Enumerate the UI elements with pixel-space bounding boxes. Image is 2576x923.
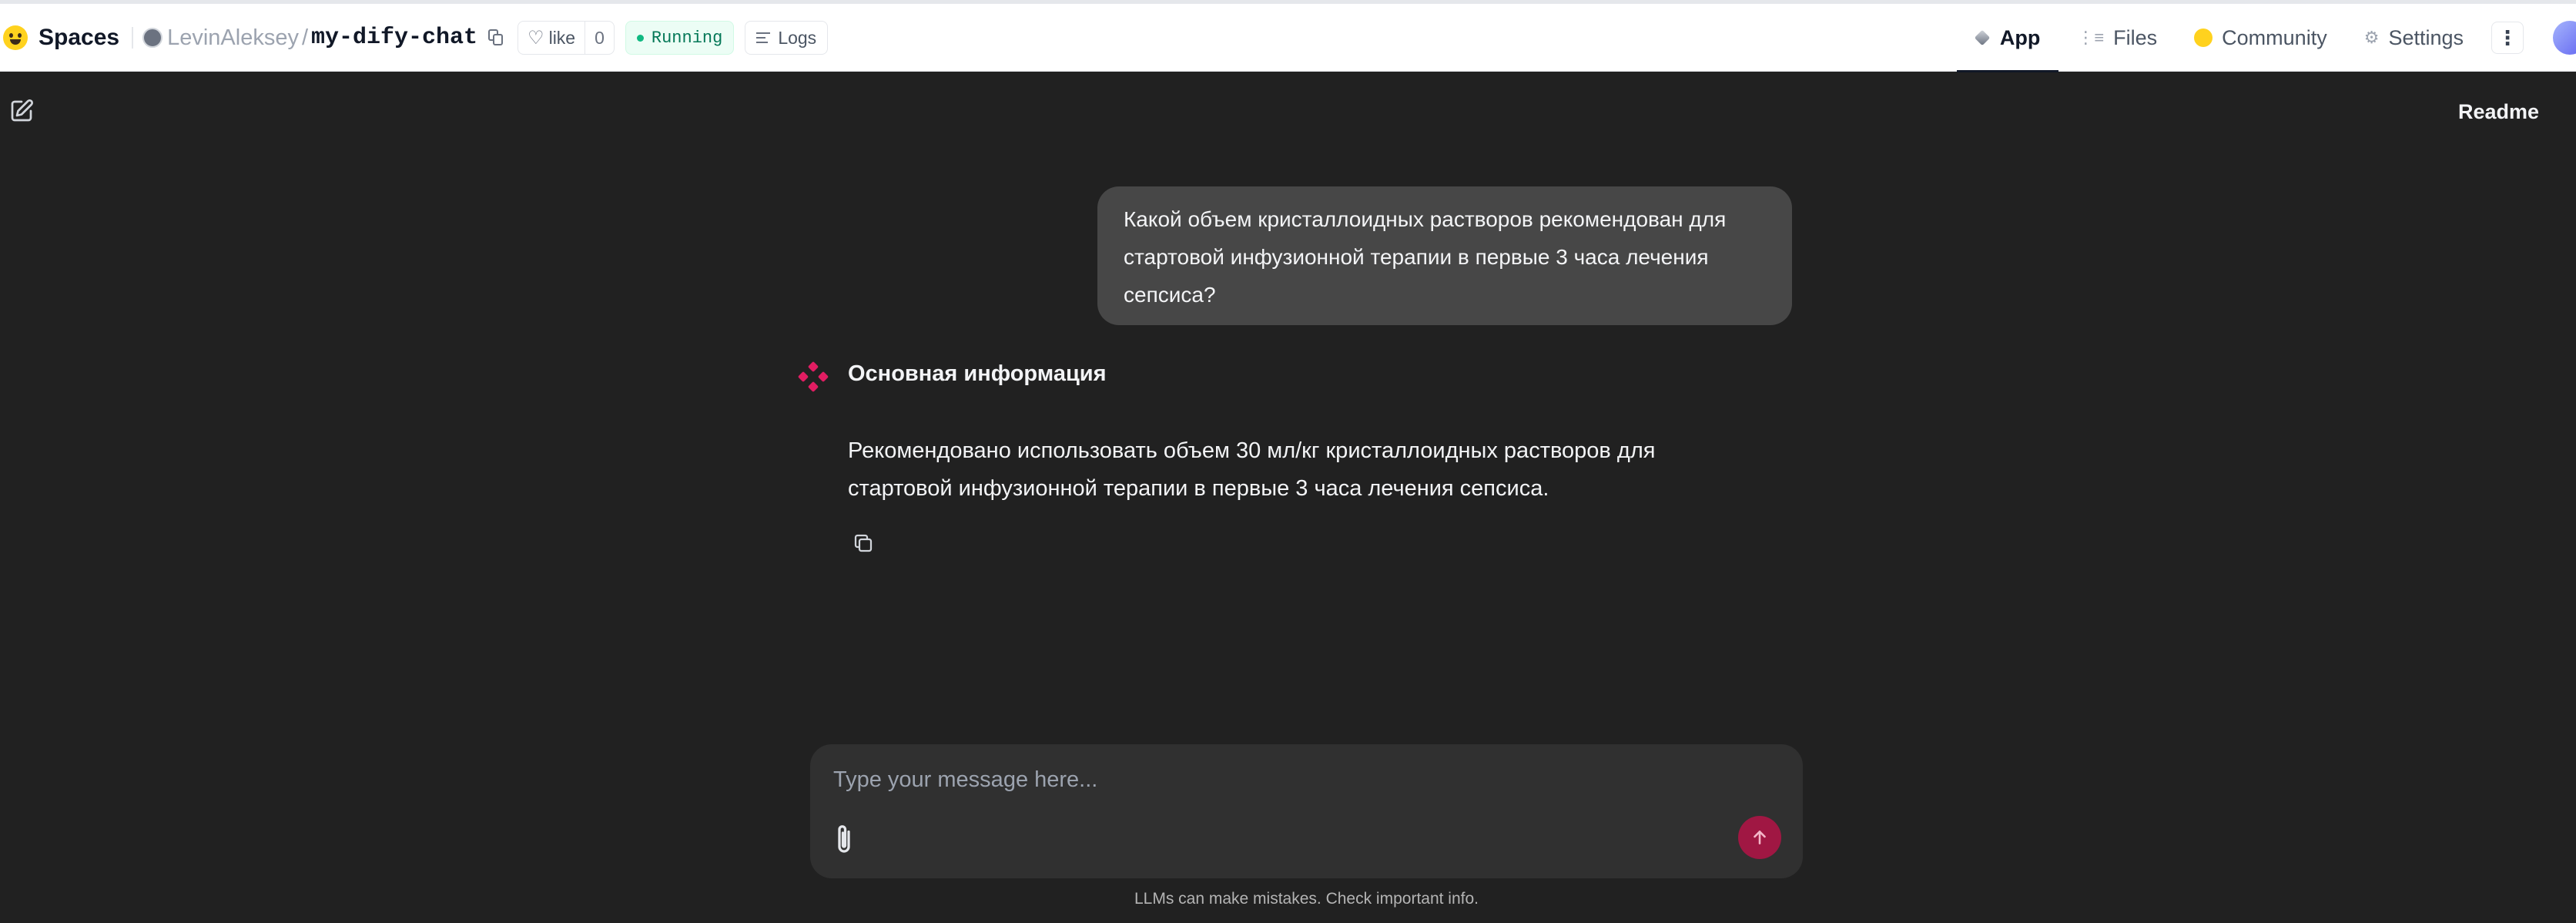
copy-answer-icon[interactable] <box>852 532 875 555</box>
hugging-face-logo-icon[interactable] <box>3 25 28 50</box>
paperclip-icon[interactable] <box>830 821 858 858</box>
new-chat-icon[interactable] <box>8 97 35 125</box>
cube-icon <box>1974 29 1991 46</box>
send-button[interactable] <box>1738 816 1781 859</box>
disclaimer-text: LLMs can make mistakes. Check important … <box>1134 890 1479 908</box>
top-bar: Spaces LevinAleksey / my-dify-chat ♡ lik… <box>0 0 2576 72</box>
files-icon: ⋮≡ <box>2077 28 2105 47</box>
tab-settings[interactable]: ⚙ Settings <box>2346 4 2482 72</box>
copy-repo-name-icon[interactable] <box>488 29 504 46</box>
bot-name: Основная информация <box>848 361 1107 386</box>
logs-icon <box>756 32 771 43</box>
message-composer <box>810 744 1803 878</box>
tab-files[interactable]: ⋮≡ Files <box>2058 4 2176 72</box>
repo-name-link[interactable]: my-dify-chat <box>311 25 477 51</box>
tab-community-label: Community <box>2222 25 2327 49</box>
tab-settings-label: Settings <box>2388 25 2464 49</box>
like-count[interactable]: 0 <box>585 21 614 55</box>
owner-avatar[interactable] <box>142 28 163 48</box>
owner-link[interactable]: LevinAleksey <box>167 25 299 51</box>
spaces-link[interactable]: Spaces <box>39 25 119 51</box>
logs-button[interactable]: Logs <box>745 21 829 55</box>
like-label: like <box>548 27 576 48</box>
bot-avatar-icon <box>798 361 829 392</box>
status-label: Running <box>651 28 723 48</box>
logs-label: Logs <box>778 27 817 48</box>
heart-icon: ♡ <box>528 27 544 49</box>
divider <box>132 27 134 49</box>
running-dot-icon <box>636 34 644 42</box>
arrow-up-icon <box>1754 831 1766 844</box>
avatar[interactable] <box>2553 21 2576 55</box>
tab-app-label: App <box>1999 25 2041 49</box>
repo-tabs: App ⋮≡ Files Community ⚙ Settings ⋮ <box>1956 4 2576 72</box>
status-badge[interactable]: Running <box>625 21 735 55</box>
bot-answer-text: Рекомендовано использовать объем 30 мл/к… <box>848 438 1656 501</box>
tab-files-label: Files <box>2113 25 2158 49</box>
more-icon: ⋮ <box>2497 25 2517 49</box>
like-button[interactable]: ♡ like 0 <box>518 21 615 55</box>
readme-button[interactable]: Readme <box>2458 100 2539 124</box>
hf-community-icon <box>2194 29 2213 47</box>
message-input[interactable] <box>832 760 1720 800</box>
repo-header: Spaces LevinAleksey / my-dify-chat ♡ lik… <box>0 4 829 72</box>
more-options-button[interactable]: ⋮ <box>2491 22 2524 54</box>
tab-app[interactable]: App <box>1956 4 2059 72</box>
user-message-bubble: Какой объем кристаллоидных растворов рек… <box>1097 186 1792 325</box>
path-separator: / <box>301 25 309 50</box>
tab-community[interactable]: Community <box>2176 4 2346 72</box>
gear-icon: ⚙ <box>2363 28 2380 47</box>
